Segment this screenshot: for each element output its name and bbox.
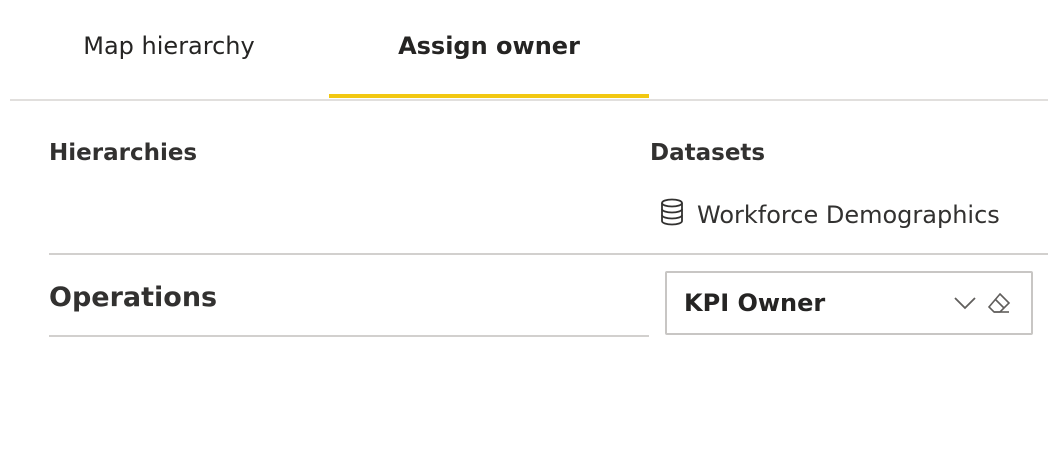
dataset-item: Workforce Demographics <box>660 197 1000 233</box>
tab-map-hierarchy-label: Map hierarchy <box>83 31 255 60</box>
hierarchy-row-divider <box>49 335 649 337</box>
assign-owner-panel: Map hierarchy Assign owner Hierarchies D… <box>0 0 1048 474</box>
tab-map-hierarchy[interactable]: Map hierarchy <box>49 0 289 99</box>
eraser-icon[interactable] <box>987 292 1011 314</box>
tab-divider <box>10 99 1048 101</box>
tab-assign-owner[interactable]: Assign owner <box>329 0 649 99</box>
tab-assign-owner-label: Assign owner <box>398 31 580 60</box>
database-icon <box>660 198 697 232</box>
header-divider <box>49 253 1048 255</box>
selected-tab-indicator <box>329 94 649 98</box>
dataset-name: Workforce Demographics <box>697 201 1000 229</box>
hierarchy-name: Operations <box>49 282 218 313</box>
hierarchies-header: Hierarchies <box>49 140 198 166</box>
chevron-down-icon[interactable] <box>953 295 977 311</box>
owner-dropdown[interactable]: KPI Owner <box>665 271 1033 335</box>
owner-dropdown-value: KPI Owner <box>684 289 826 317</box>
datasets-header: Datasets <box>650 140 766 166</box>
owner-dropdown-actions <box>953 292 1011 314</box>
